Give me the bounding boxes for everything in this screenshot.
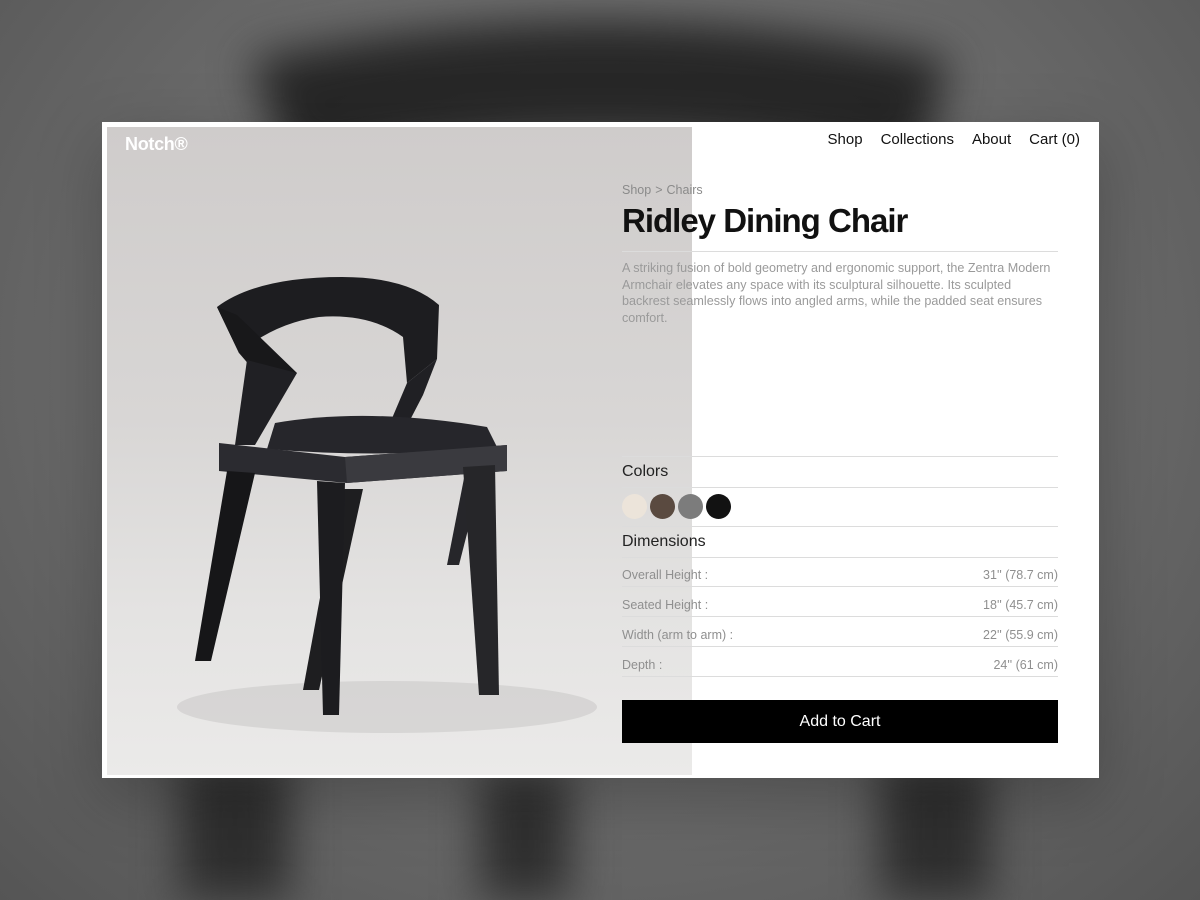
dimension-value: 18'' (45.7 cm) — [983, 598, 1058, 612]
colors-heading: Colors — [622, 463, 669, 480]
dimension-value: 31'' (78.7 cm) — [983, 568, 1058, 582]
dimension-label: Overall Height : — [622, 568, 709, 582]
swatch-cream[interactable] — [622, 494, 647, 519]
color-swatches — [622, 494, 731, 519]
chair-photo-icon — [177, 277, 597, 733]
breadcrumb-shop[interactable]: Shop — [622, 183, 651, 197]
nav-about[interactable]: About — [972, 131, 1011, 148]
product-card: Notch® Shop Collections About Cart (0) S… — [102, 122, 1099, 778]
divider — [622, 526, 1058, 527]
top-nav: Shop Collections About Cart (0) — [828, 131, 1080, 148]
add-to-cart-button[interactable]: Add to Cart — [622, 700, 1058, 743]
dimension-label: Seated Height : — [622, 598, 709, 612]
divider — [622, 646, 1058, 647]
divider — [622, 557, 1058, 558]
divider — [622, 456, 1058, 457]
product-description: A striking fusion of bold geometry and e… — [622, 261, 1051, 325]
dimension-row: Seated Height : 18'' (45.7 cm) — [622, 598, 1058, 612]
divider — [622, 251, 1058, 252]
dimension-row: Width (arm to arm) : 22'' (55.9 cm) — [622, 628, 1058, 642]
dimension-row: Depth : 24'' (61 cm) — [622, 658, 1058, 672]
divider — [622, 676, 1058, 677]
brand-logo[interactable]: Notch® — [125, 134, 188, 155]
nav-cart[interactable]: Cart (0) — [1029, 131, 1080, 148]
nav-collections[interactable]: Collections — [881, 131, 954, 148]
product-title: Ridley Dining Chair — [622, 202, 908, 239]
breadcrumb-chairs[interactable]: Chairs — [667, 183, 703, 197]
breadcrumb: Shop > Chairs — [622, 183, 703, 197]
dimension-label: Depth : — [622, 658, 663, 672]
nav-shop[interactable]: Shop — [828, 131, 863, 148]
dimension-row: Overall Height : 31'' (78.7 cm) — [622, 568, 1058, 582]
chevron-right-icon: > — [655, 183, 663, 197]
dimension-label: Width (arm to arm) : — [622, 628, 734, 642]
dimension-value: 24'' (61 cm) — [993, 658, 1058, 672]
divider — [622, 487, 1058, 488]
swatch-gray[interactable] — [678, 494, 703, 519]
dimension-value: 22'' (55.9 cm) — [983, 628, 1058, 642]
product-photo: Notch® — [107, 127, 692, 775]
divider — [622, 586, 1058, 587]
swatch-brown[interactable] — [650, 494, 675, 519]
swatch-black[interactable] — [706, 494, 731, 519]
dimensions-heading: Dimensions — [622, 533, 706, 550]
divider — [622, 616, 1058, 617]
